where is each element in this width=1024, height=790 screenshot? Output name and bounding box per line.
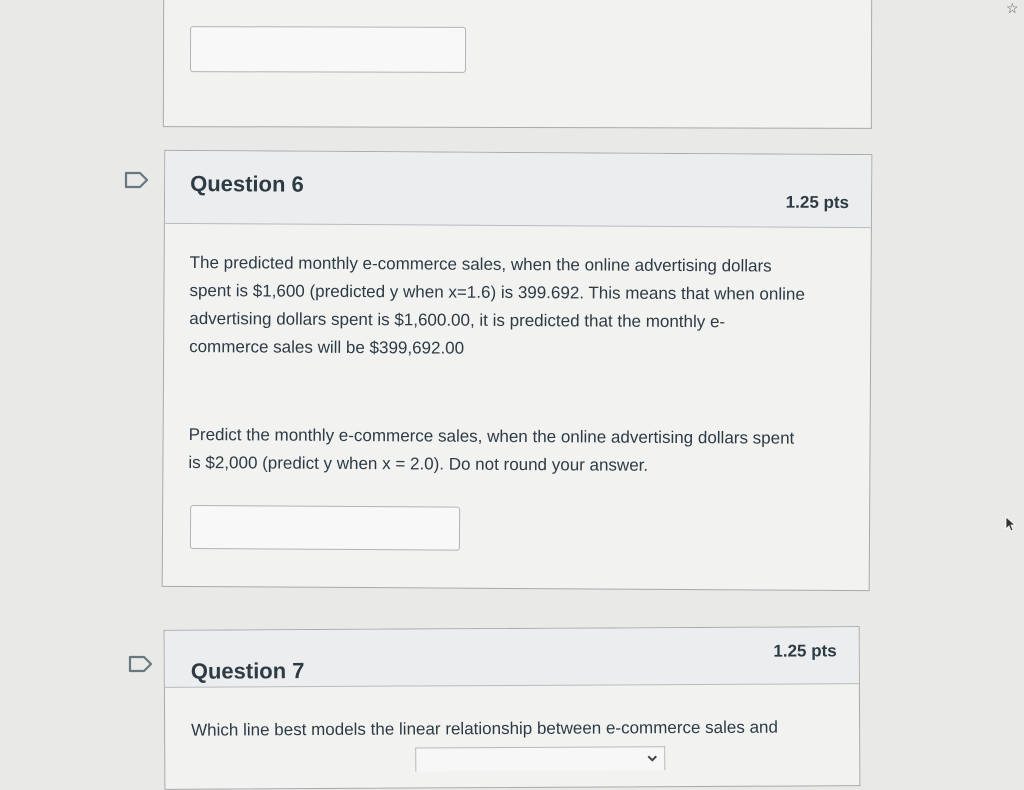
question-title: Question 7 bbox=[190, 658, 305, 684]
mouse-cursor-icon bbox=[1005, 516, 1017, 532]
question-6-prompt: Predict the monthly e-commerce sales, wh… bbox=[188, 421, 858, 481]
star-icon[interactable]: ☆ bbox=[1006, 0, 1019, 17]
previous-question-card bbox=[162, 0, 873, 129]
context-line: The predicted monthly e-commerce sales, … bbox=[189, 252, 772, 276]
previous-answer-input[interactable] bbox=[189, 26, 467, 73]
question-title: Question 6 bbox=[190, 171, 304, 197]
context-line: spent is $1,600 (predicted y when x=1.6)… bbox=[189, 280, 805, 304]
question-6-header: Question 6 1.25 pts bbox=[164, 150, 872, 229]
question-6-answer-input[interactable] bbox=[189, 505, 461, 551]
flag-icon[interactable] bbox=[128, 655, 154, 673]
question-7-prompt: Which line best models the linear relati… bbox=[191, 717, 778, 740]
context-line: advertising dollars spent is $1,600.00, … bbox=[189, 308, 726, 332]
context-line: commerce sales will be $399,692.00 bbox=[189, 336, 465, 358]
question-points: 1.25 pts bbox=[785, 192, 850, 213]
chevron-down-icon bbox=[647, 755, 657, 762]
question-7-card: Question 7 1.25 pts Which line best mode… bbox=[163, 626, 861, 790]
prompt-line: Predict the monthly e-commerce sales, wh… bbox=[188, 424, 795, 448]
question-6-card: Question 6 1.25 pts The predicted monthl… bbox=[161, 149, 873, 592]
question-6-context: The predicted monthly e-commerce sales, … bbox=[189, 249, 860, 365]
flag-icon[interactable] bbox=[124, 171, 150, 189]
question-points: 1.25 pts bbox=[773, 641, 837, 661]
question-7-header: Question 7 1.25 pts bbox=[164, 627, 859, 688]
prompt-line: is $2,000 (predict y when x = 2.0). Do n… bbox=[188, 452, 649, 475]
